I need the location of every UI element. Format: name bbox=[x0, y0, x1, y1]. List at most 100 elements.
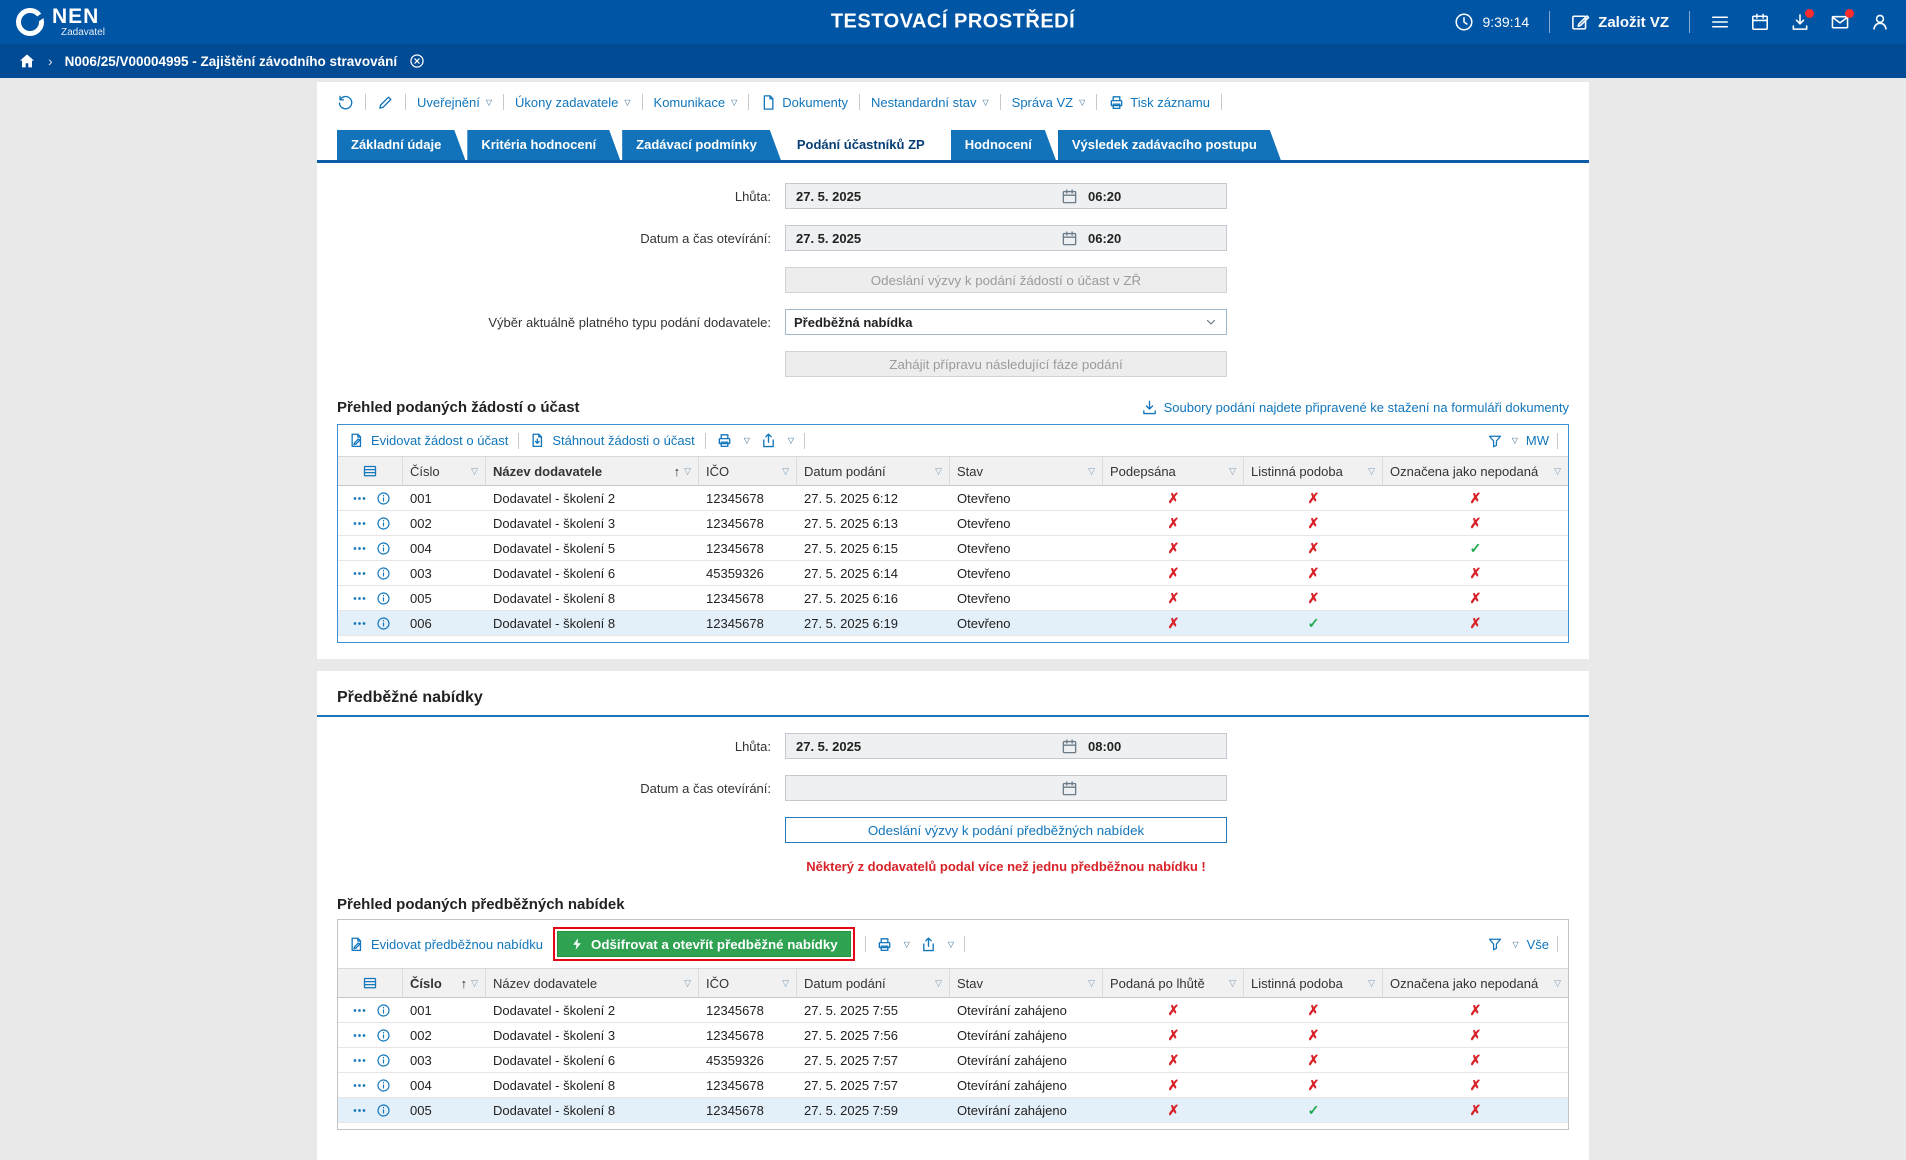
filter-caret-icon[interactable]: ▽ bbox=[1229, 978, 1236, 989]
view-selector[interactable]: MW bbox=[1526, 433, 1549, 448]
preliminary-deadline-field[interactable]: 27. 5. 2025 08:00 bbox=[785, 733, 1227, 759]
table-row[interactable]: 006 Dodavatel - školení 8 12345678 27. 5… bbox=[338, 611, 1568, 636]
filter-caret-icon[interactable]: ▽ bbox=[1368, 978, 1375, 989]
filter-caret-icon[interactable]: ▽ bbox=[684, 466, 691, 477]
calendar-icon[interactable] bbox=[1750, 12, 1770, 32]
tab-zadavaci-podminky[interactable]: Zadávací podmínky bbox=[622, 130, 781, 160]
column-header-nepodana[interactable]: Označena jako nepodaná ▽ bbox=[1383, 969, 1568, 997]
mail-icon[interactable] bbox=[1830, 12, 1850, 32]
menu-icon[interactable] bbox=[1710, 12, 1730, 32]
column-header-nazev[interactable]: Název dodavatele ▽ bbox=[486, 969, 699, 997]
send-preliminary-request-button[interactable]: Odeslání výzvy k podání předběžných nabí… bbox=[785, 817, 1227, 843]
row-menu-icon[interactable] bbox=[351, 591, 368, 606]
deadline-datetime-field[interactable]: 27. 5. 2025 06:20 bbox=[785, 183, 1227, 209]
toolbar-item-tisk-zaznamu[interactable]: Tisk záznamu bbox=[1108, 94, 1210, 111]
select-column-header[interactable] bbox=[338, 457, 403, 485]
register-request-button[interactable]: Evidovat žádost o účast bbox=[348, 432, 508, 449]
filter-caret-icon[interactable]: ▽ bbox=[1554, 466, 1561, 477]
row-menu-icon[interactable] bbox=[351, 516, 368, 531]
calendar-icon[interactable] bbox=[1061, 230, 1078, 247]
decrypt-open-offers-button[interactable]: Odšifrovat a otevřít předběžné nabídky bbox=[557, 931, 851, 957]
download-icon[interactable] bbox=[1790, 12, 1810, 32]
nen-logo[interactable]: NEN Zadavatel bbox=[16, 6, 105, 38]
column-header-cislo[interactable]: Číslo ▽ bbox=[403, 457, 486, 485]
tab-podani-ucastniku-zp[interactable]: Podání účastníků ZP bbox=[783, 130, 949, 160]
close-icon[interactable] bbox=[409, 53, 425, 69]
info-icon[interactable] bbox=[376, 1003, 391, 1018]
chevron-down-icon[interactable]: ▽ bbox=[744, 436, 750, 445]
toolbar-item-komunikace[interactable]: Komunikace ▽ bbox=[654, 95, 738, 110]
info-icon[interactable] bbox=[376, 591, 391, 606]
table-row[interactable]: 004 Dodavatel - školení 8 12345678 27. 5… bbox=[338, 1073, 1568, 1098]
column-header-po-lhute[interactable]: Podaná po lhůtě ▽ bbox=[1103, 969, 1244, 997]
filter-caret-icon[interactable]: ▽ bbox=[782, 978, 789, 989]
column-header-stav[interactable]: Stav ▽ bbox=[950, 457, 1103, 485]
next-phase-button[interactable]: Zahájit přípravu následující fáze podání bbox=[785, 351, 1227, 377]
filter-icon[interactable] bbox=[1487, 936, 1503, 952]
filter-caret-icon[interactable]: ▽ bbox=[782, 466, 789, 477]
create-vz-button[interactable]: Založit VZ bbox=[1570, 12, 1669, 32]
chevron-down-icon[interactable]: ▽ bbox=[904, 940, 910, 949]
column-header-datum[interactable]: Datum podání ▽ bbox=[797, 969, 950, 997]
filter-caret-icon[interactable]: ▽ bbox=[471, 978, 478, 989]
filter-caret-icon[interactable]: ▽ bbox=[935, 978, 942, 989]
toolbar-item-nestandardni-stav[interactable]: Nestandardní stav ▽ bbox=[871, 95, 989, 110]
info-icon[interactable] bbox=[376, 1028, 391, 1043]
calendar-icon[interactable] bbox=[1061, 780, 1078, 797]
table-row[interactable]: 005 Dodavatel - školení 8 12345678 27. 5… bbox=[338, 1098, 1568, 1123]
row-menu-icon[interactable] bbox=[351, 616, 368, 631]
column-header-datum[interactable]: Datum podání ▽ bbox=[797, 457, 950, 485]
chevron-down-icon[interactable]: ▽ bbox=[788, 436, 794, 445]
info-icon[interactable] bbox=[376, 1078, 391, 1093]
filter-caret-icon[interactable]: ▽ bbox=[684, 978, 691, 989]
pencil-icon[interactable] bbox=[377, 94, 394, 111]
column-header-cislo[interactable]: Číslo ↑ ▽ bbox=[403, 969, 486, 997]
export-icon[interactable] bbox=[920, 936, 937, 953]
print-icon[interactable] bbox=[876, 936, 893, 953]
submission-type-select[interactable]: Předběžná nabídka bbox=[785, 309, 1227, 335]
filter-caret-icon[interactable]: ▽ bbox=[1368, 466, 1375, 477]
calendar-icon[interactable] bbox=[1061, 188, 1078, 205]
tab-vysledek-zadavaciho-postupu[interactable]: Výsledek zadávacího postupu bbox=[1058, 130, 1281, 160]
info-icon[interactable] bbox=[376, 566, 391, 581]
chevron-down-icon[interactable]: ▽ bbox=[1512, 940, 1518, 949]
tab-zakladni-udaje[interactable]: Základní údaje bbox=[337, 130, 465, 160]
column-header-stav[interactable]: Stav ▽ bbox=[950, 969, 1103, 997]
info-icon[interactable] bbox=[376, 616, 391, 631]
info-icon[interactable] bbox=[376, 541, 391, 556]
submission-files-link[interactable]: Soubory podání najdete připravené ke sta… bbox=[1141, 399, 1569, 416]
column-header-listinna[interactable]: Listinná podoba ▽ bbox=[1244, 969, 1383, 997]
calendar-icon[interactable] bbox=[1061, 738, 1078, 755]
row-menu-icon[interactable] bbox=[351, 1003, 368, 1018]
toolbar-item-ukony-zadavatele[interactable]: Úkony zadavatele ▽ bbox=[515, 95, 631, 110]
row-menu-icon[interactable] bbox=[351, 566, 368, 581]
preliminary-opening-field[interactable] bbox=[785, 775, 1227, 801]
breadcrumb-item[interactable]: N006/25/V00004995 - Zajištění závodního … bbox=[65, 54, 397, 69]
row-menu-icon[interactable] bbox=[351, 1078, 368, 1093]
tab-kriteria-hodnoceni[interactable]: Kritéria hodnocení bbox=[467, 130, 620, 160]
table-row[interactable]: 005 Dodavatel - školení 8 12345678 27. 5… bbox=[338, 586, 1568, 611]
print-icon[interactable] bbox=[716, 432, 733, 449]
info-icon[interactable] bbox=[376, 491, 391, 506]
info-icon[interactable] bbox=[376, 1053, 391, 1068]
filter-caret-icon[interactable]: ▽ bbox=[471, 466, 478, 477]
tab-hodnoceni[interactable]: Hodnocení bbox=[951, 130, 1056, 160]
column-header-listinna[interactable]: Listinná podoba ▽ bbox=[1244, 457, 1383, 485]
row-menu-icon[interactable] bbox=[351, 491, 368, 506]
column-header-nazev[interactable]: Název dodavatele ↑ ▽ bbox=[486, 457, 699, 485]
filter-icon[interactable] bbox=[1487, 433, 1503, 449]
toolbar-item-dokumenty[interactable]: Dokumenty bbox=[760, 94, 848, 111]
column-header-podepsana[interactable]: Podepsána ▽ bbox=[1103, 457, 1244, 485]
filter-caret-icon[interactable]: ▽ bbox=[1229, 466, 1236, 477]
chevron-down-icon[interactable]: ▽ bbox=[948, 940, 954, 949]
table-row[interactable]: 003 Dodavatel - školení 6 45359326 27. 5… bbox=[338, 561, 1568, 586]
toolbar-item-uverejneni[interactable]: Uveřejnění ▽ bbox=[417, 95, 492, 110]
download-requests-button[interactable]: Stáhnout žádosti o účast bbox=[529, 432, 694, 449]
column-header-nepodana[interactable]: Označena jako nepodaná ▽ bbox=[1383, 457, 1568, 485]
table-row[interactable]: 002 Dodavatel - školení 3 12345678 27. 5… bbox=[338, 1023, 1568, 1048]
filter-caret-icon[interactable]: ▽ bbox=[1088, 466, 1095, 477]
register-offer-button[interactable]: Evidovat předběžnou nabídku bbox=[348, 936, 543, 953]
row-menu-icon[interactable] bbox=[351, 1103, 368, 1118]
table-row[interactable]: 001 Dodavatel - školení 2 12345678 27. 5… bbox=[338, 998, 1568, 1023]
home-icon[interactable] bbox=[18, 52, 36, 70]
